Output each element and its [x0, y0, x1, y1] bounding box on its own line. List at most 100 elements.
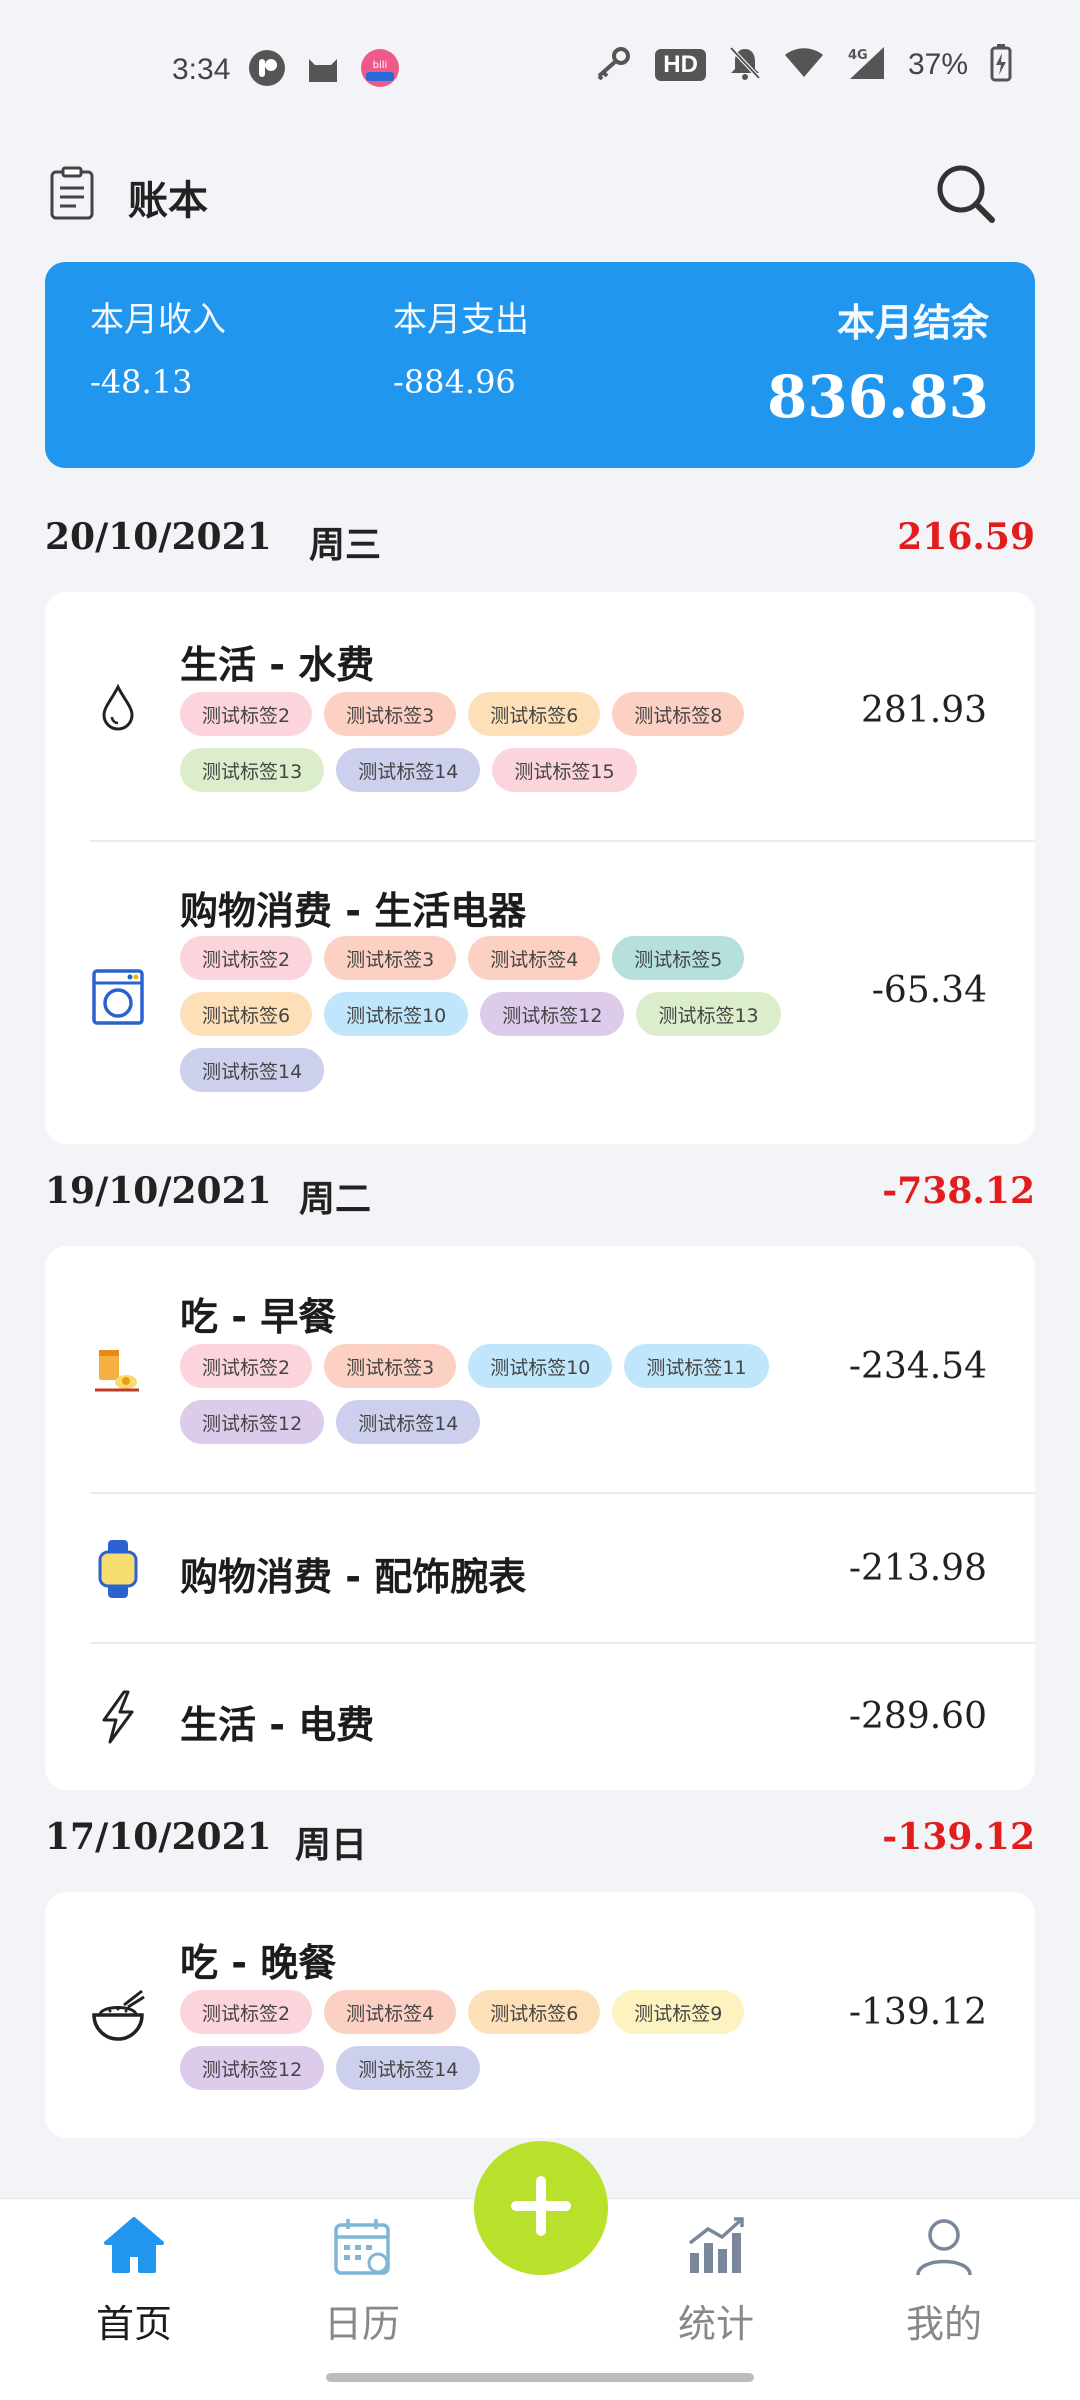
tag-chip[interactable]: 测试标签4	[324, 1990, 457, 2034]
nav-label: 首页	[95, 2302, 172, 2346]
tag-chip[interactable]: 测试标签12	[480, 992, 625, 1036]
tag-chip[interactable]: 测试标签6	[468, 1990, 601, 2034]
balance-summary: 本月结余 836.83	[767, 292, 989, 431]
nav-label: 统计	[677, 2302, 754, 2346]
tag-list: 测试标签2 测试标签3 测试标签6 测试标签8 测试标签13 测试标签14 测试…	[180, 692, 840, 792]
transaction-entry[interactable]: 购物消费 - 配饰腕表 -213.98	[45, 1494, 1035, 1644]
transaction-entry[interactable]: 购物消费 - 生活电器 测试标签2 测试标签3 测试标签4 测试标签5 测试标签…	[45, 842, 1035, 1144]
entry-title: 购物消费 - 生活电器	[180, 889, 527, 933]
home-indicator[interactable]	[326, 2373, 754, 2382]
entry-amount: -234.54	[848, 1346, 987, 1387]
tag-chip[interactable]: 测试标签9	[612, 1990, 745, 2034]
tag-chip[interactable]: 测试标签5	[612, 936, 745, 980]
tag-chip[interactable]: 测试标签3	[324, 1344, 457, 1388]
signal-4g-icon: 4G	[846, 45, 886, 85]
day-card: 吃 - 早餐 测试标签2 测试标签3 测试标签10 测试标签11 测试标签12 …	[45, 1246, 1035, 1790]
entry-title: 生活 - 水费	[180, 643, 375, 687]
tag-chip[interactable]: 测试标签14	[336, 2046, 481, 2090]
entry-amount: -289.60	[848, 1696, 987, 1737]
tag-chip[interactable]: 测试标签13	[180, 748, 325, 792]
day-card: 吃 - 晚餐 测试标签2 测试标签4 测试标签6 测试标签9 测试标签12 测试…	[45, 1892, 1035, 2138]
entry-title: 吃 - 早餐	[180, 1295, 337, 1339]
plus-icon	[506, 2171, 576, 2245]
entry-amount: -65.34	[871, 970, 987, 1011]
tag-chip[interactable]: 测试标签12	[180, 2046, 325, 2090]
page-title: 账本	[128, 178, 208, 224]
balance-label: 本月结余	[836, 301, 989, 345]
transaction-entry[interactable]: 吃 - 早餐 测试标签2 测试标签3 测试标签10 测试标签11 测试标签12 …	[45, 1246, 1035, 1494]
tag-chip[interactable]: 测试标签14	[336, 748, 481, 792]
day-weekday: 周三	[309, 525, 382, 566]
hd-badge: HD	[655, 49, 706, 81]
day-weekday: 周二	[299, 1179, 372, 1220]
tag-chip[interactable]: 测试标签6	[468, 692, 601, 736]
ledger-icon[interactable]	[48, 166, 96, 224]
tag-chip[interactable]: 测试标签14	[336, 1400, 481, 1444]
tag-chip[interactable]: 测试标签15	[492, 748, 637, 792]
transaction-entry[interactable]: 生活 - 电费 -289.60	[45, 1644, 1035, 1790]
monthly-summary-card: 本月收入 -48.13 本月支出 -884.96 本月结余 836.83	[45, 262, 1035, 468]
day-total: -139.12	[882, 1816, 1035, 1858]
battery-charging-icon	[990, 44, 1012, 86]
income-label: 本月收入	[90, 300, 226, 340]
tag-chip[interactable]: 测试标签11	[624, 1344, 769, 1388]
tag-chip[interactable]: 测试标签13	[636, 992, 781, 1036]
entry-title: 吃 - 晚餐	[180, 1941, 337, 1985]
entry-title: 生活 - 电费	[180, 1703, 375, 1747]
tag-chip[interactable]: 测试标签4	[468, 936, 601, 980]
wifi-icon	[784, 47, 824, 83]
rice-bowl-icon	[87, 1984, 149, 2046]
status-right: HD 4G 37%	[593, 44, 1012, 86]
tag-list: 测试标签2 测试标签4 测试标签6 测试标签9 测试标签12 测试标签14	[180, 1990, 840, 2090]
search-icon[interactable]	[934, 162, 996, 228]
app-header: 账本	[0, 150, 1080, 236]
washing-machine-icon	[87, 966, 149, 1028]
status-time: 3:34	[172, 53, 231, 86]
tag-chip[interactable]: 测试标签2	[180, 1344, 313, 1388]
transaction-entry[interactable]: 吃 - 晚餐 测试标签2 测试标签4 测试标签6 测试标签9 测试标签12 测试…	[45, 1892, 1035, 2138]
battery-text: 37%	[907, 48, 968, 81]
transaction-entry[interactable]: 生活 - 水费 测试标签2 测试标签3 测试标签6 测试标签8 测试标签13 测…	[45, 592, 1035, 842]
tag-list: 测试标签2 测试标签3 测试标签10 测试标签11 测试标签12 测试标签14	[180, 1344, 840, 1444]
cat-notification-icon	[304, 49, 342, 91]
entry-title: 购物消费 - 配饰腕表	[180, 1555, 527, 1599]
tag-chip[interactable]: 测试标签12	[180, 1400, 325, 1444]
day-card: 生活 - 水费 测试标签2 测试标签3 测试标签6 测试标签8 测试标签13 测…	[45, 592, 1035, 1144]
tag-chip[interactable]: 测试标签2	[180, 692, 313, 736]
tag-list: 测试标签2 测试标签3 测试标签4 测试标签5 测试标签6 测试标签10 测试标…	[180, 936, 840, 1092]
nav-label: 日历	[323, 2302, 400, 2346]
expense-summary: 本月支出 -884.96	[393, 292, 529, 401]
entry-amount: -139.12	[848, 1992, 987, 2033]
tag-chip[interactable]: 测试标签8	[612, 692, 745, 736]
day-total: 216.59	[897, 516, 1035, 558]
svg-text:4G: 4G	[848, 48, 868, 63]
calendar-icon	[328, 2213, 396, 2281]
breakfast-icon	[87, 1338, 149, 1400]
expense-value: -884.96	[393, 363, 516, 401]
nav-label: 我的	[905, 2302, 982, 2346]
day-header: 17/10/2021 周日 -139.12	[45, 1816, 1035, 1876]
day-header: 19/10/2021 周二 -738.12	[45, 1170, 1035, 1230]
lightning-icon	[87, 1686, 149, 1748]
income-summary: 本月收入 -48.13	[90, 292, 226, 401]
bell-off-icon	[728, 45, 762, 85]
day-date: 20/10/2021	[45, 516, 272, 558]
add-entry-button[interactable]	[474, 2141, 608, 2275]
day-date: 17/10/2021	[45, 1816, 272, 1858]
day-header: 20/10/2021 周三 216.59	[45, 516, 1035, 576]
app-notification-icon	[248, 49, 286, 91]
tag-chip[interactable]: 测试标签10	[468, 1344, 613, 1388]
tag-chip[interactable]: 测试标签3	[324, 692, 457, 736]
status-left: 3:34 bili	[172, 48, 400, 92]
tag-chip[interactable]: 测试标签3	[324, 936, 457, 980]
tag-chip[interactable]: 测试标签10	[324, 992, 469, 1036]
user-icon	[910, 2213, 978, 2281]
tag-chip[interactable]: 测试标签6	[180, 992, 313, 1036]
key-icon	[593, 46, 633, 84]
water-drop-icon	[87, 676, 149, 738]
day-weekday: 周日	[295, 1825, 368, 1866]
tag-chip[interactable]: 测试标签2	[180, 936, 313, 980]
tag-chip[interactable]: 测试标签2	[180, 1990, 313, 2034]
tag-chip[interactable]: 测试标签14	[180, 1048, 325, 1092]
status-bar: 3:34 bili HD 4G 37%	[0, 0, 1080, 140]
